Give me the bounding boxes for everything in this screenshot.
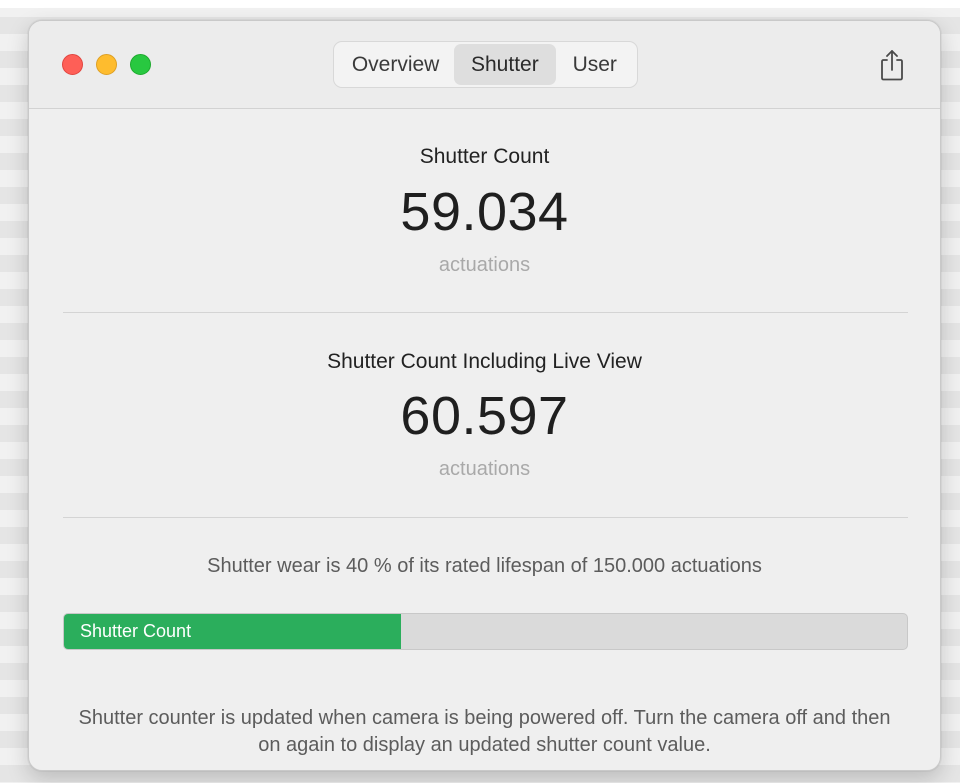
divider bbox=[63, 517, 908, 518]
shutter-count-title: Shutter Count bbox=[419, 145, 550, 168]
tab-shutter[interactable]: Shutter bbox=[454, 44, 556, 85]
shutter-count-value: 59.034 bbox=[400, 182, 569, 242]
live-view-count-title: Shutter Count Including Live View bbox=[327, 350, 642, 373]
shutter-panel: Shutter Count 59.034 actuations Shutter … bbox=[29, 109, 940, 770]
shutter-wear-progress-bar: Shutter Count bbox=[63, 613, 908, 650]
update-note: Shutter counter is updated when camera i… bbox=[78, 707, 891, 756]
minimize-button[interactable] bbox=[96, 54, 117, 75]
desktop-background bbox=[0, 0, 960, 8]
shutter-wear-text: Shutter wear is 40 % of its rated lifesp… bbox=[207, 555, 762, 577]
app-window: Overview Shutter User Shutter Count 59.0… bbox=[28, 20, 941, 771]
shutter-count-unit: actuations bbox=[438, 254, 531, 276]
view-segmented-control: Overview Shutter User bbox=[333, 41, 638, 88]
tab-user[interactable]: User bbox=[556, 44, 634, 85]
share-icon[interactable] bbox=[877, 48, 907, 82]
progress-label: Shutter Count bbox=[80, 621, 192, 641]
divider bbox=[63, 312, 908, 313]
live-view-count-unit: actuations bbox=[438, 458, 531, 480]
tab-overview[interactable]: Overview bbox=[337, 44, 454, 85]
titlebar: Overview Shutter User bbox=[29, 21, 940, 109]
live-view-count-value: 60.597 bbox=[400, 386, 569, 446]
close-button[interactable] bbox=[62, 54, 83, 75]
zoom-button[interactable] bbox=[130, 54, 151, 75]
